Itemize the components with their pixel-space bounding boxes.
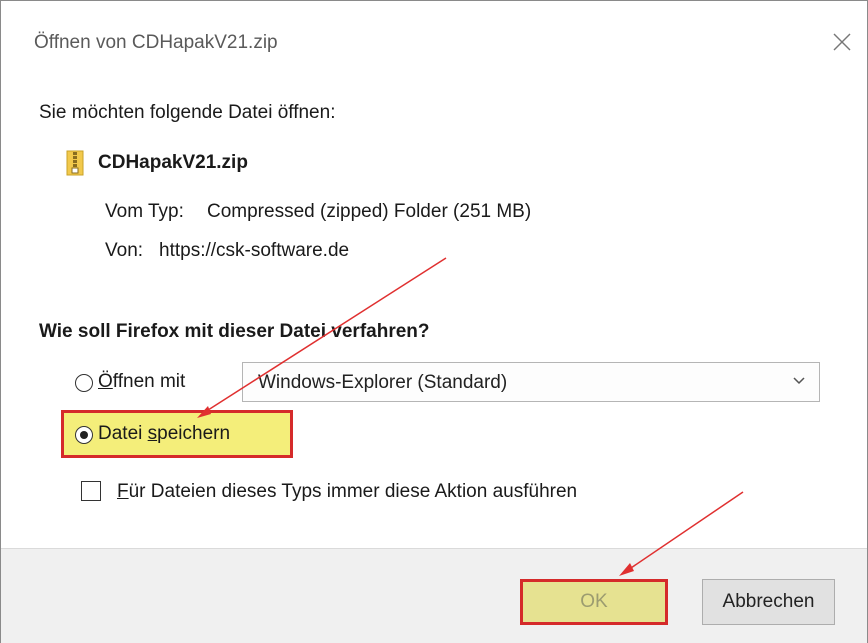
open-with-radio[interactable] xyxy=(75,374,93,392)
zip-file-icon xyxy=(66,150,84,176)
from-label: Von: xyxy=(105,240,144,261)
app-select-value: Windows-Explorer (Standard) xyxy=(258,372,508,393)
save-file-mnemonic: s xyxy=(147,423,158,444)
app-select[interactable]: Windows-Explorer (Standard) xyxy=(242,362,820,402)
type-value: Compressed (zipped) Folder (251 MB) xyxy=(207,201,532,222)
dialog-title: Öffnen von CDHapakV21.zip xyxy=(34,32,278,53)
save-file-label-prefix: Datei xyxy=(98,423,148,444)
chevron-down-icon xyxy=(793,377,805,385)
download-dialog: Öffnen von CDHapakV21.zip Sie möchten fo… xyxy=(0,0,868,643)
file-name: CDHapakV21.zip xyxy=(98,152,248,173)
always-label[interactable]: Für Dateien dieses Typs immer diese Akti… xyxy=(117,481,577,503)
save-file-label-rest: peichern xyxy=(157,423,231,444)
open-with-mnemonic: Ö xyxy=(98,371,113,392)
ok-button[interactable]: OK xyxy=(520,579,668,625)
open-with-label-rest: ffnen mit xyxy=(112,371,186,392)
close-icon[interactable] xyxy=(831,31,853,53)
question-heading: Wie soll Firefox mit dieser Datei verfah… xyxy=(39,321,430,342)
save-file-radio[interactable] xyxy=(75,426,93,444)
always-mnemonic: F xyxy=(117,481,129,502)
type-label: Vom Typ: xyxy=(105,201,184,222)
open-with-label[interactable]: Öffnen mit xyxy=(98,371,185,393)
from-value: https://csk-software.de xyxy=(159,240,350,261)
title-bar: Öffnen von CDHapakV21.zip xyxy=(1,1,867,81)
always-checkbox[interactable] xyxy=(81,481,101,501)
intro-text: Sie möchten folgende Datei öffnen: xyxy=(39,102,336,123)
save-file-label[interactable]: Datei speichern xyxy=(98,423,230,445)
always-label-rest: ür Dateien dieses Typs immer diese Aktio… xyxy=(128,481,578,502)
cancel-button[interactable]: Abbrechen xyxy=(702,579,835,625)
radio-selected-dot xyxy=(79,430,88,439)
